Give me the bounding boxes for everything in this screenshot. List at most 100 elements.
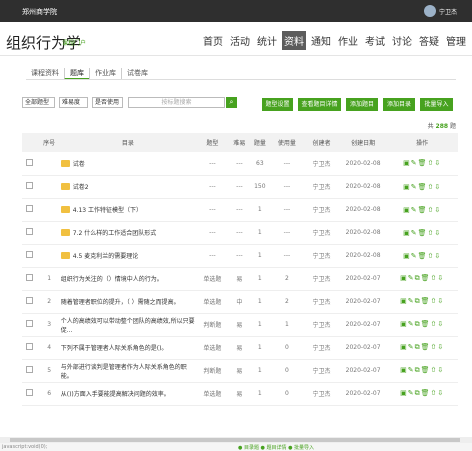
row-number: 5: [37, 359, 61, 383]
row-checkbox[interactable]: [26, 320, 34, 327]
table-row[interactable]: 2 随着管理者职位的提升，（ ）需随之而提高。 单选题中 1 2 宁卫杰 2020-02-0…: [22, 290, 458, 314]
used-filter[interactable]: 是否使用: [92, 97, 123, 108]
folder-icon: [60, 183, 70, 190]
row-actions[interactable]: ▣✎⧉🗑⇧⇩: [400, 366, 444, 374]
row-type: 判断题: [195, 313, 230, 337]
row-actions[interactable]: ▣✎🗑⇧⇩: [403, 252, 441, 260]
row-type: ---: [195, 221, 230, 245]
table-row[interactable]: 4.13 工作特征模型（下） --- --- 1 --- 宁卫杰 2020-02-08 ▣✎🗑…: [22, 198, 458, 222]
difficulty-filter[interactable]: 难易度: [59, 97, 88, 108]
row-actions[interactable]: ▣✎⧉🗑⇧⇩: [400, 320, 444, 328]
nav-item-0[interactable]: 首页: [201, 31, 225, 50]
row-actions[interactable]: ▣✎⧉🗑⇧⇩: [400, 297, 444, 305]
nav-item-8[interactable]: 答疑: [417, 31, 441, 50]
user-name[interactable]: 宁卫杰: [439, 7, 457, 16]
row-title[interactable]: 下列不属于管理者人际关系角色的是()。: [61, 345, 168, 352]
row-checkbox[interactable]: [26, 274, 34, 281]
table-row[interactable]: 4 下列不属于管理者人际关系角色的是()。 单选题易 1 0 宁卫杰 2020-02-07 ▣…: [22, 336, 458, 360]
row-checkbox[interactable]: [26, 158, 34, 166]
nav-item-2[interactable]: 统计: [255, 31, 279, 50]
row-used: 2: [270, 267, 304, 291]
row-title[interactable]: 随着管理者职位的提升，（ ）需随之而提高。: [61, 299, 180, 306]
add-folder-button[interactable]: 添加目录: [383, 98, 415, 111]
row-diff: 易: [229, 336, 250, 360]
row-checkbox[interactable]: [26, 251, 34, 258]
table-row[interactable]: 3 个人的高绩效可以带动整个团队的高绩效,所以只要促... 判断题易 1 1 宁卫杰 202…: [22, 313, 458, 337]
row-title[interactable]: 个人的高绩效可以带动整个团队的高绩效,所以只要促...: [61, 318, 195, 334]
row-date: 2020-02-08: [339, 221, 387, 245]
row-diff: 易: [229, 359, 250, 383]
search-icon[interactable]: ⌕: [226, 97, 237, 108]
row-title[interactable]: 从())方面入手要能提高解决问题的效率。: [61, 391, 170, 398]
table-row[interactable]: 4.5 麦克利兰的需要理论 --- --- 1 --- 宁卫杰 2020-02-08 ▣✎🗑⇧…: [22, 244, 458, 268]
batch-import-button[interactable]: 批量导入: [420, 98, 453, 111]
row-actions[interactable]: ▣✎🗑⇧⇩: [403, 206, 441, 214]
nav-item-3[interactable]: 资料: [282, 31, 306, 50]
row-number: 6: [37, 382, 61, 406]
row-type: 判断题: [195, 359, 230, 383]
row-used: 0: [270, 359, 304, 383]
row-checkbox[interactable]: [26, 182, 34, 189]
type-filter[interactable]: 全部题型: [22, 97, 55, 108]
row-creator: 宁卫杰: [303, 359, 340, 383]
row-checkbox[interactable]: [26, 205, 34, 212]
row-qty: 1: [249, 198, 271, 222]
row-actions[interactable]: ▣✎🗑⇧⇩: [403, 183, 441, 191]
nav-item-9[interactable]: 管理: [444, 31, 468, 50]
row-checkbox[interactable]: [26, 343, 34, 350]
row-checkbox[interactable]: [26, 297, 34, 304]
row-diff: 中: [229, 290, 250, 314]
type-settings-button[interactable]: 题型设置: [262, 98, 293, 111]
row-checkbox[interactable]: [26, 228, 34, 235]
nav-item-5[interactable]: 作业: [336, 31, 360, 50]
row-creator: 宁卫杰: [303, 313, 340, 337]
row-diff: ---: [229, 244, 250, 268]
row-actions[interactable]: ▣✎⧉🗑⇧⇩: [400, 343, 444, 351]
col-header-4: 题量: [249, 133, 271, 152]
row-number: [37, 175, 61, 199]
site-name[interactable]: 郑州商学院: [22, 7, 57, 17]
row-qty: 63: [249, 152, 271, 176]
row-actions[interactable]: ▣✎⧉🗑⇧⇩: [400, 274, 444, 282]
row-title[interactable]: 4.13 工作特征模型（下）: [73, 207, 142, 214]
row-title[interactable]: 组织行为关注的（）情境中人的行为。: [61, 276, 163, 283]
nav-item-1[interactable]: 活动: [228, 31, 252, 50]
col-header-5: 使用量: [270, 133, 304, 152]
row-actions[interactable]: ▣✎🗑⇧⇩: [403, 159, 441, 167]
nav-item-7[interactable]: 讨论: [390, 31, 414, 50]
row-number: 3: [37, 313, 61, 337]
table-row[interactable]: 试卷 --- --- 63 --- 宁卫杰 2020-02-08 ▣✎🗑⇧⇩: [22, 152, 458, 176]
course-portal-link[interactable]: 课程门户: [62, 38, 86, 47]
row-checkbox[interactable]: [26, 389, 34, 396]
row-actions[interactable]: ▣✎🗑⇧⇩: [403, 229, 441, 237]
table-row[interactable]: 7.2 什么样的工作适合团队形式 --- --- 1 --- 宁卫杰 2020-02-08 ▣…: [22, 221, 458, 245]
table-row[interactable]: 1 组织行为关注的（）情境中人的行为。 单选题易 1 2 宁卫杰 2020-02-07 ▣✎⧉…: [22, 267, 458, 291]
nav-item-4[interactable]: 通知: [309, 31, 333, 50]
row-actions[interactable]: ▣✎⧉🗑⇧⇩: [400, 389, 444, 397]
row-qty: 1: [249, 382, 271, 406]
row-diff: ---: [229, 198, 250, 222]
table-row[interactable]: 试卷2 --- --- 150 --- 宁卫杰 2020-02-08 ▣✎🗑⇧⇩: [22, 175, 458, 199]
row-diff: ---: [229, 175, 250, 199]
avatar[interactable]: [424, 5, 436, 17]
row-number: [37, 198, 61, 222]
row-qty: 1: [249, 221, 271, 245]
row-checkbox[interactable]: [26, 366, 34, 373]
nav-item-6[interactable]: 考试: [363, 31, 387, 50]
table-row[interactable]: 6 从())方面入手要能提高解决问题的效率。 单选题易 1 0 宁卫杰 2020-02-07…: [22, 382, 458, 406]
row-type: ---: [195, 175, 230, 199]
col-header-8: 操作: [386, 133, 458, 152]
row-title[interactable]: 与外部进行谈判是管理者作为人际关系角色的职能。: [61, 364, 187, 380]
row-used: ---: [270, 198, 304, 222]
add-question-button[interactable]: 添加题目: [346, 98, 378, 111]
row-title[interactable]: 7.2 什么样的工作适合团队形式: [73, 230, 156, 237]
status-bar: javascript:void(0); ● 目录题 ● 题目详情 ● 批量导入: [0, 443, 472, 451]
search-input[interactable]: 按标题搜索: [128, 97, 225, 108]
row-title[interactable]: 试卷2: [73, 184, 89, 191]
question-table: 序号 目录 题型 难易 题量 使用量 创建者 创建日期 操作 试卷 --- --- 63 --- 宁卫杰 2…: [22, 133, 458, 406]
row-title[interactable]: 4.5 麦克利兰的需要理论: [73, 253, 138, 260]
row-date: 2020-02-07: [339, 313, 387, 337]
view-detail-button[interactable]: 查看题目详情: [298, 98, 341, 111]
row-title[interactable]: 试卷: [73, 161, 85, 168]
table-row[interactable]: 5 与外部进行谈判是管理者作为人际关系角色的职能。 判断题易 1 0 宁卫杰 2020-02…: [22, 359, 458, 383]
